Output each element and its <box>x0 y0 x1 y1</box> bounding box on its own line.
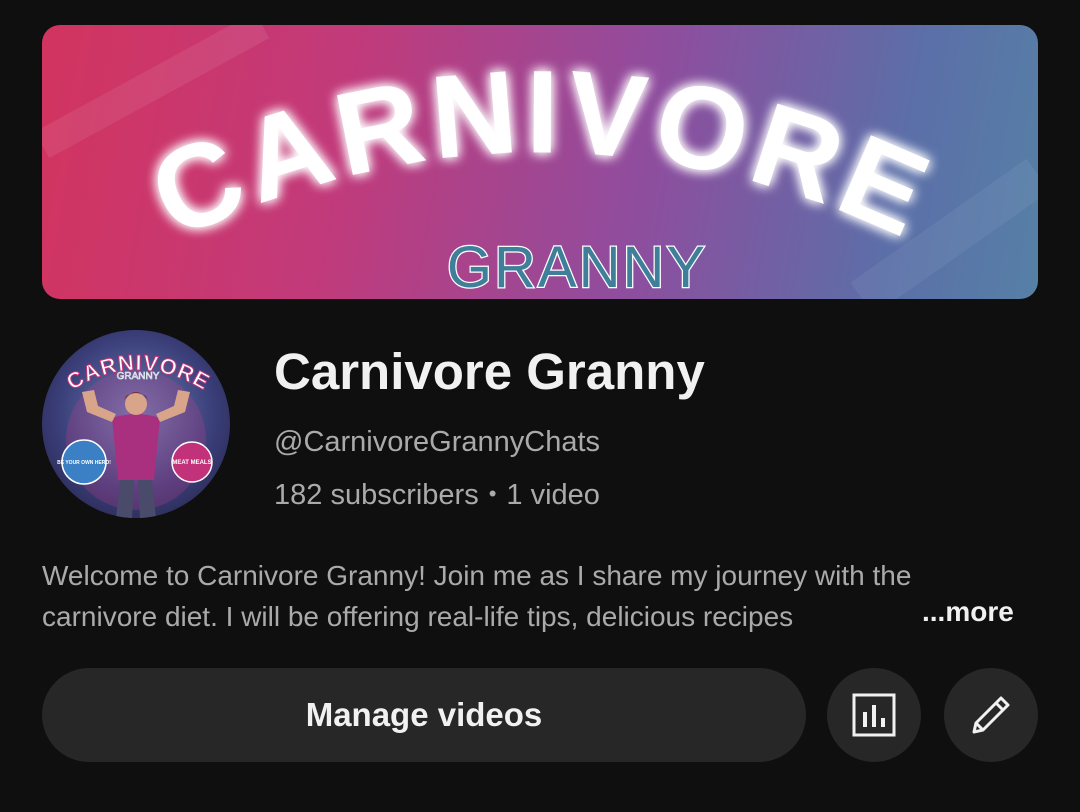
channel-avatar[interactable]: BE YOUR OWN HERO! MEAT MEALS CARNIVORE G… <box>42 330 230 518</box>
channel-handle: @CarnivoreGrannyChats <box>274 426 601 458</box>
more-link[interactable]: ...more <box>922 596 1014 628</box>
banner-subtitle: GRANNY <box>447 235 707 299</box>
banner-artwork: CARNIVORE GRANNY <box>42 25 1038 299</box>
channel-banner: CARNIVORE GRANNY <box>42 25 1038 299</box>
analytics-icon <box>852 693 896 737</box>
description-line-1: Welcome to Carnivore Granny! Join me as … <box>42 560 912 591</box>
video-count: 1 video <box>506 479 600 511</box>
avatar-subtitle: GRANNY <box>117 371 160 382</box>
subscriber-count: 182 subscribers <box>274 479 479 511</box>
manage-videos-label: Manage videos <box>305 696 543 733</box>
edit-button[interactable] <box>944 668 1038 762</box>
channel-stats: 182 subscribers • 1 video <box>274 479 600 512</box>
avatar-artwork: BE YOUR OWN HERO! MEAT MEALS CARNIVORE G… <box>57 349 214 518</box>
stats-separator: • <box>488 481 497 506</box>
channel-description[interactable]: Welcome to Carnivore Granny! Join me as … <box>42 555 1032 637</box>
description-line-2: carnivore diet. I will be offering real-… <box>42 596 917 637</box>
channel-name: Carnivore Granny <box>274 343 705 400</box>
avatar-badge-right: MEAT MEALS <box>172 460 211 466</box>
analytics-button[interactable] <box>827 668 921 762</box>
avatar-badge-left: BE YOUR OWN HERO! <box>57 460 111 466</box>
pencil-icon <box>972 696 1010 734</box>
banner-title: CARNIVORE <box>133 46 952 264</box>
manage-videos-button[interactable]: Manage videos <box>42 668 806 762</box>
